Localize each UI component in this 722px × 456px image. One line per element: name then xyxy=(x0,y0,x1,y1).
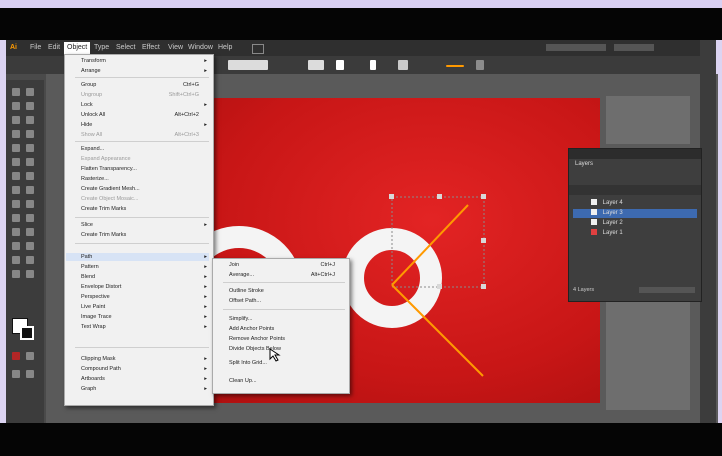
menu-item-path[interactable]: Path ▸ xyxy=(66,253,209,261)
submenu-item-offset-path[interactable]: Offset Path... xyxy=(229,297,345,305)
menu-item-pattern[interactable]: Pattern ▸ xyxy=(81,263,209,271)
menu-separator xyxy=(223,309,345,310)
menu-item-show-all[interactable]: Show All Alt+Ctrl+3 xyxy=(81,131,209,139)
menu-item-create-object-mosaic[interactable]: Create Object Mosaic... xyxy=(81,195,209,203)
submenu-item-outline-stroke[interactable]: Outline Stroke xyxy=(229,287,345,295)
menu-separator xyxy=(75,243,209,244)
submenu-item-remove-anchor-points[interactable]: Remove Anchor Points xyxy=(229,335,345,343)
menu-item-artboards[interactable]: Artboards ▸ xyxy=(81,375,209,383)
menu-item-flatten-transparency[interactable]: Flatten Transparency... xyxy=(81,165,209,173)
selection-bounding-box xyxy=(391,196,485,288)
layer-name: Layer 4 xyxy=(602,200,623,206)
menu-item-perspective[interactable]: Perspective ▸ xyxy=(81,293,209,301)
layers-count: 4 Layers xyxy=(573,287,595,293)
submenu-item-clean-up[interactable]: Clean Up... xyxy=(229,377,345,385)
mouse-cursor-icon xyxy=(269,348,281,362)
layer-color-swatch xyxy=(591,219,597,226)
menu-item-live-paint[interactable]: Live Paint ▸ xyxy=(81,303,209,311)
menu-item-clipping-mask[interactable]: Clipping Mask ▸ xyxy=(81,355,209,363)
bbox-handle xyxy=(481,238,486,243)
layer-name: Layer 1 xyxy=(602,230,623,236)
menu-item-group[interactable]: Group Ctrl+G xyxy=(81,81,209,89)
layer-name: Layer 3 xyxy=(602,210,623,216)
bbox-handle xyxy=(437,284,442,289)
bbox-handle xyxy=(437,194,442,199)
menu-item-create-trim-marks-2[interactable]: Create Trim Marks xyxy=(81,231,209,239)
menu-item-create-trim-marks[interactable]: Create Trim Marks xyxy=(81,205,209,213)
layer-row[interactable]: Layer 2 xyxy=(573,219,697,228)
submenu-item-join[interactable]: Join Ctrl+J xyxy=(229,261,345,269)
menu-item-lock[interactable]: Lock ▸ xyxy=(81,101,209,109)
layer-color-swatch xyxy=(591,199,597,206)
menu-item-create-gradient-mesh[interactable]: Create Gradient Mesh... xyxy=(81,185,209,193)
menu-item-slice[interactable]: Slice ▸ xyxy=(81,221,209,229)
submenu-item-divide-objects-below[interactable]: Divide Objects Below xyxy=(229,345,345,353)
menu-separator xyxy=(223,282,345,283)
layer-color-swatch xyxy=(591,229,597,236)
layer-row[interactable]: Layer 4 xyxy=(573,199,697,208)
selected-path-segment xyxy=(391,284,484,377)
menu-item-arrange[interactable]: Arrange ▸ xyxy=(81,67,209,75)
bbox-handle xyxy=(481,194,486,199)
layers-panel: Layers Layer 4 Layer 3 Layer 2 Layer 1 4… xyxy=(568,148,702,302)
selected-path-upper xyxy=(391,204,469,286)
menu-item-text-wrap[interactable]: Text Wrap ▸ xyxy=(81,323,209,331)
layers-footer-icons[interactable] xyxy=(639,287,695,293)
menu-item-envelope-distort[interactable]: Envelope Distort ▸ xyxy=(81,283,209,291)
path-submenu: Join Ctrl+J Average... Alt+Ctrl+J Outline … xyxy=(212,258,350,394)
bbox-handle xyxy=(481,284,486,289)
menu-separator xyxy=(75,347,209,348)
layer-name: Layer 2 xyxy=(602,220,623,226)
layers-panel-tabs[interactable] xyxy=(569,185,701,195)
submenu-item-simplify[interactable]: Simplify... xyxy=(229,315,345,323)
layer-color-swatch xyxy=(591,209,597,216)
menu-item-rasterize[interactable]: Rasterize... xyxy=(81,175,209,183)
menu-item-graph[interactable]: Graph ▸ xyxy=(81,385,209,393)
menu-item-image-trace[interactable]: Image Trace ▸ xyxy=(81,313,209,321)
submenu-item-add-anchor-points[interactable]: Add Anchor Points xyxy=(229,325,345,333)
layers-panel-header[interactable] xyxy=(569,149,701,159)
bottom-letterbox xyxy=(0,423,722,456)
menu-item-ungroup[interactable]: Ungroup Shift+Ctrl+G xyxy=(81,91,209,99)
menu-item-blend[interactable]: Blend ▸ xyxy=(81,273,209,281)
right-dock xyxy=(700,40,716,423)
menu-item-transform[interactable]: Transform ▸ xyxy=(81,57,209,65)
layer-row-selected[interactable]: Layer 3 xyxy=(573,209,697,218)
menu-separator xyxy=(75,141,209,142)
menu-separator xyxy=(75,77,209,78)
layer-row[interactable]: Layer 1 xyxy=(573,229,697,238)
menu-item-hide[interactable]: Hide ▸ xyxy=(81,121,209,129)
submenu-item-average[interactable]: Average... Alt+Ctrl+J xyxy=(229,271,345,279)
menu-item-expand[interactable]: Expand... xyxy=(81,145,209,153)
menu-separator xyxy=(75,217,209,218)
bbox-handle xyxy=(389,194,394,199)
submenu-item-split-into-grid[interactable]: Split Into Grid... xyxy=(229,359,345,367)
menu-item-unlock-all[interactable]: Unlock All Alt+Ctrl+2 xyxy=(81,111,209,119)
menu-item-expand-appearance[interactable]: Expand Appearance xyxy=(81,155,209,163)
object-menu: Transform ▸ Arrange ▸ Group Ctrl+G Ungroup S… xyxy=(64,54,214,406)
menu-item-compound-path[interactable]: Compound Path ▸ xyxy=(81,365,209,373)
layers-panel-title: Layers xyxy=(575,161,594,167)
